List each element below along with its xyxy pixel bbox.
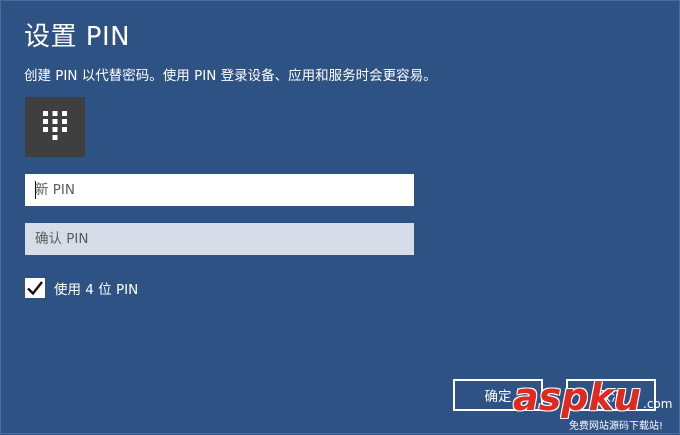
set-pin-dialog: 设置 PIN 创建 PIN 以代替密码。使用 PIN 登录设备、应用和服务时会更… (0, 0, 680, 434)
confirm-pin-input[interactable] (25, 223, 414, 255)
checkbox-label: 使用 4 位 PIN (54, 282, 139, 298)
dialog-subtitle: 创建 PIN 以代替密码。使用 PIN 登录设备、应用和服务时会更容易。 (24, 68, 437, 84)
checkmark-icon (27, 281, 43, 296)
new-pin-input[interactable] (25, 174, 414, 206)
watermark-tagline: 免费网站源码下载站! (569, 421, 664, 432)
ok-button[interactable]: 确定 (453, 379, 543, 411)
checkbox-box[interactable] (25, 278, 45, 298)
use-4-digit-pin-checkbox[interactable]: 使用 4 位 PIN (25, 278, 138, 298)
keypad-tile (25, 97, 85, 157)
text-caret (35, 181, 36, 199)
cancel-button[interactable]: 取消 (566, 379, 656, 411)
dialog-title: 设置 PIN (24, 22, 131, 52)
keypad-icon (43, 111, 67, 140)
